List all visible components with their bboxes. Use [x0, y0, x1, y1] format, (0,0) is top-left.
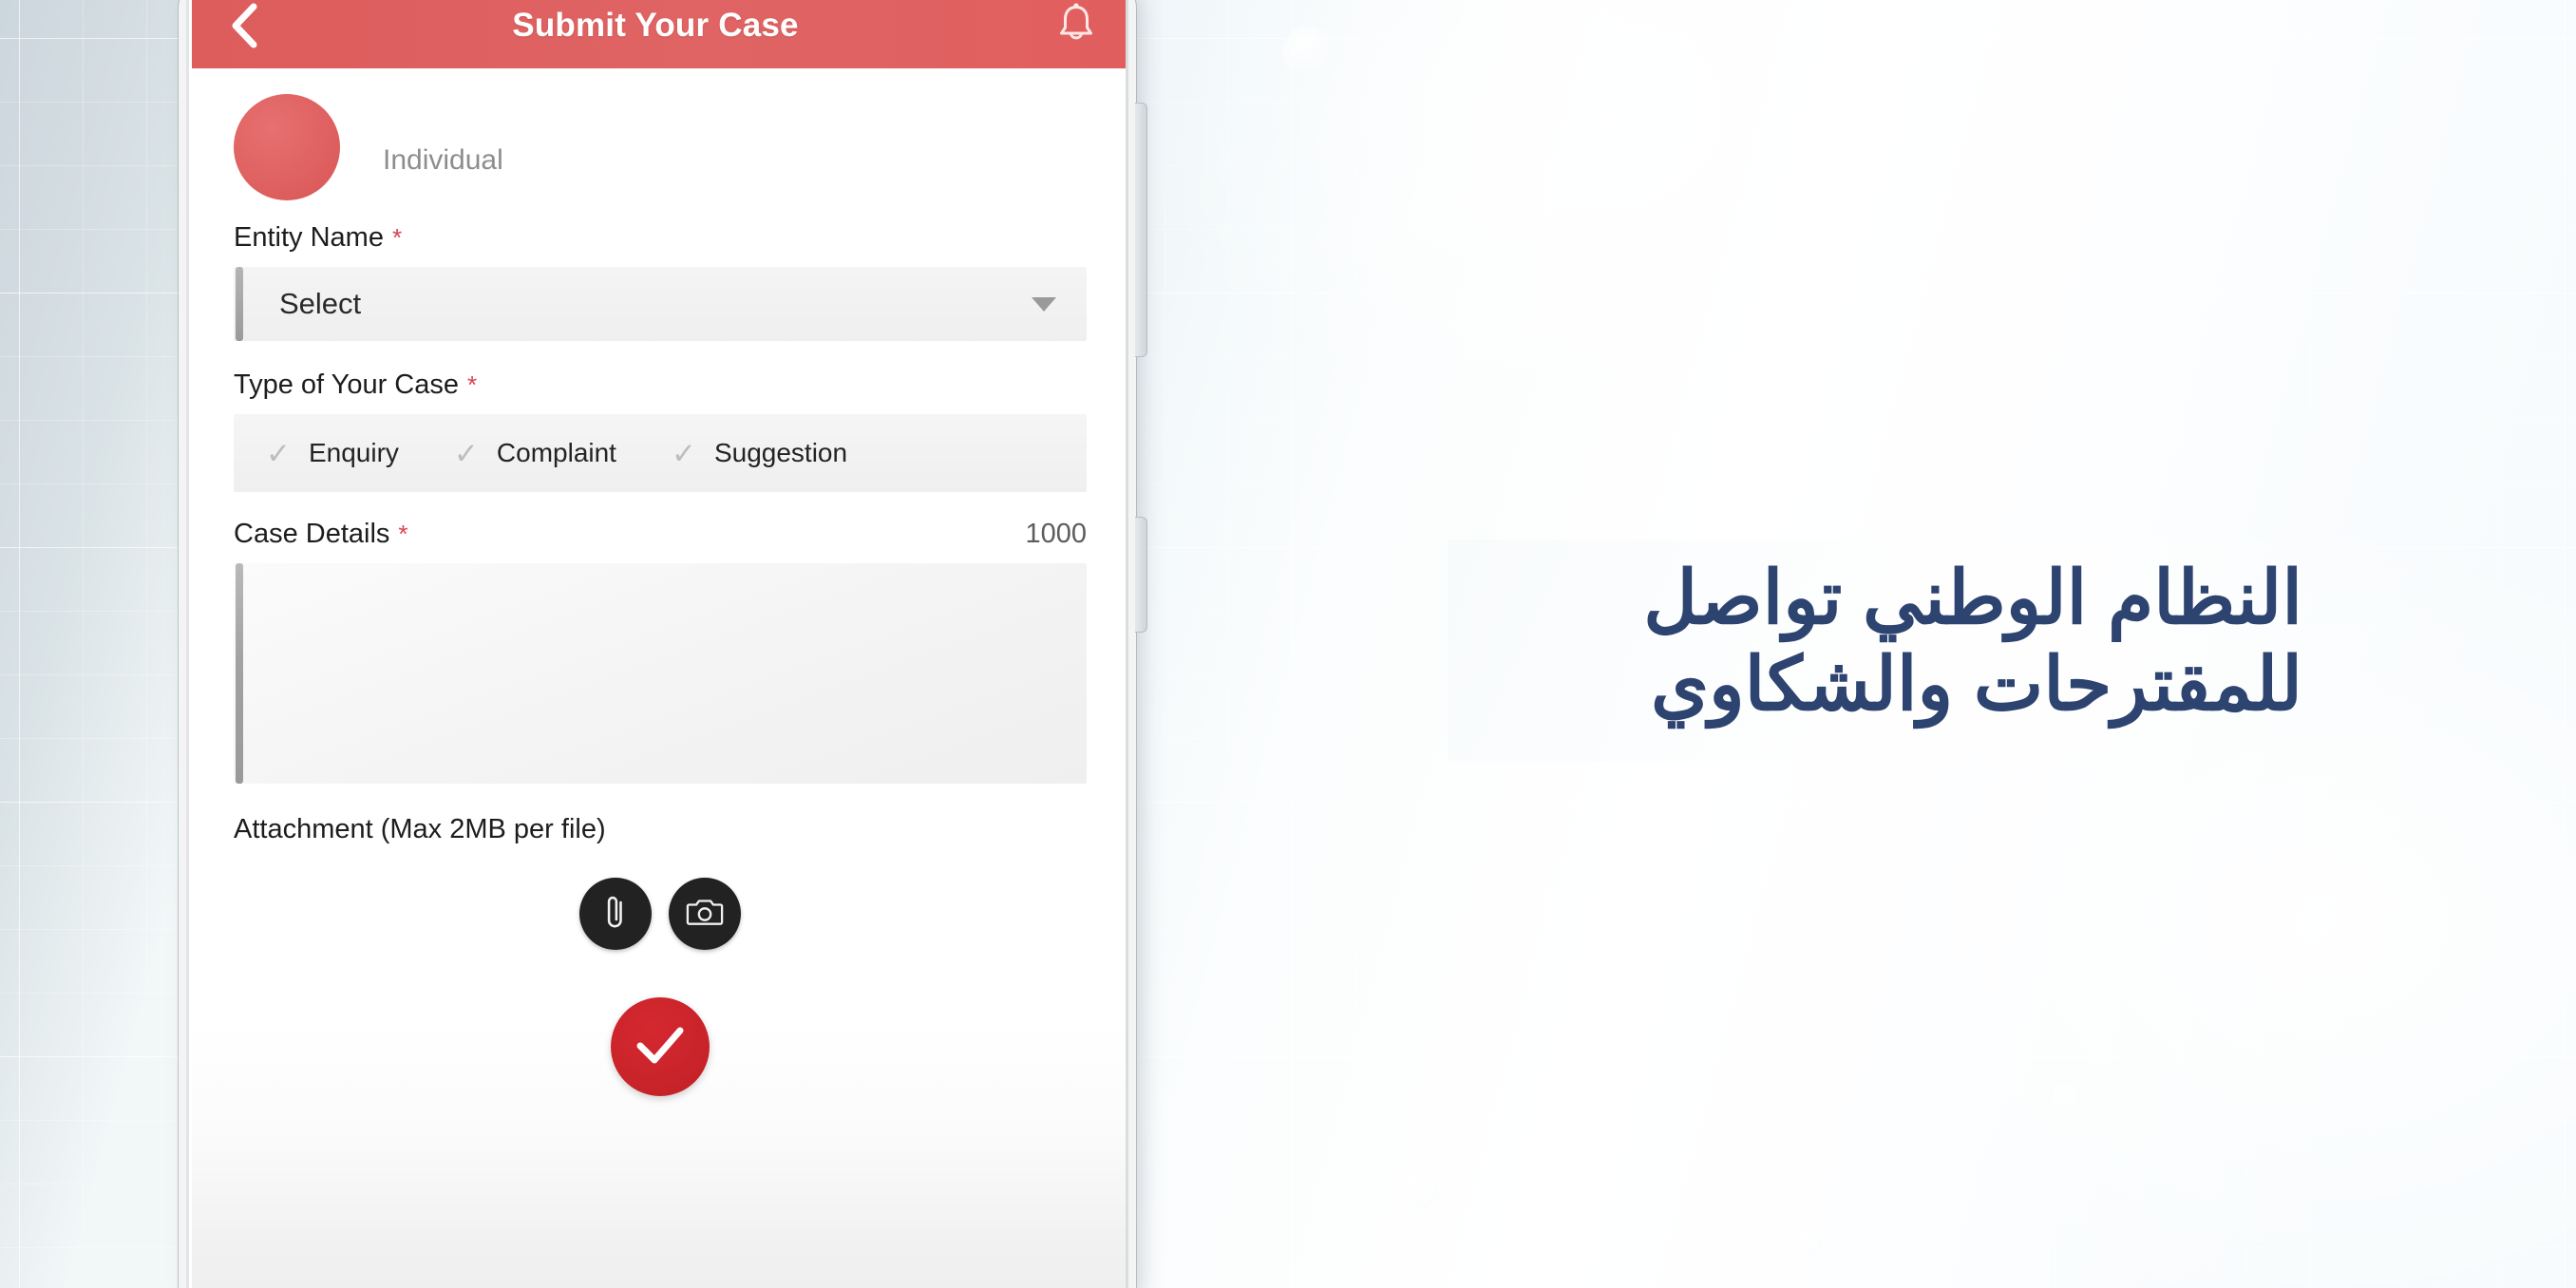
submit-button[interactable] — [611, 997, 710, 1096]
phone-power-button[interactable] — [1135, 517, 1147, 633]
case-type-options: ✓ Enquiry ✓ Complaint ✓ Suggestion — [234, 414, 1087, 492]
check-icon: ✓ — [453, 436, 479, 470]
page-title: Submit Your Case — [512, 7, 799, 44]
field-accent-bar — [236, 563, 243, 784]
phone-volume-button[interactable] — [1135, 103, 1147, 357]
chevron-down-icon — [1032, 296, 1056, 312]
required-marker: * — [391, 223, 403, 252]
hero-line-1: النظام الوطني تواصل — [1643, 556, 2302, 639]
background-glow-top — [1121, 0, 2071, 475]
case-details-label-text: Case Details — [234, 519, 390, 549]
attach-file-button[interactable] — [579, 878, 652, 950]
attachment-buttons — [234, 878, 1087, 950]
camera-icon — [686, 896, 724, 933]
case-details-label: Case Details * — [234, 519, 408, 550]
app-header: Submit Your Case — [192, 0, 1126, 68]
camera-button[interactable] — [669, 878, 741, 950]
notification-button[interactable] — [1049, 0, 1104, 53]
scene: Submit Your Case Individual Entity Name … — [0, 0, 2576, 1288]
case-form: Individual Entity Name * Select Type of … — [192, 68, 1126, 1288]
check-icon — [631, 1019, 690, 1075]
case-type-option-label: Enquiry — [308, 438, 399, 467]
bokeh-dot — [2052, 1083, 2086, 1117]
case-details-group: Case Details * 1000 — [234, 519, 1087, 784]
attachment-label: Attachment (Max 2MB per file) — [234, 814, 606, 844]
phone-bezel: Submit Your Case Individual Entity Name … — [186, 0, 1128, 1288]
case-type-option-label: Suggestion — [713, 438, 848, 467]
bokeh-dot — [1282, 27, 1334, 78]
required-marker: * — [398, 520, 408, 548]
case-details-label-row: Case Details * 1000 — [234, 519, 1087, 550]
attachment-group: Attachment (Max 2MB per file) — [234, 814, 1087, 950]
profile-row: Individual — [234, 68, 1087, 201]
entity-name-selected-value: Select — [279, 287, 362, 320]
field-accent-bar — [236, 267, 243, 341]
hero-line-2: للمقترحات والشكاوي — [1650, 642, 2302, 727]
required-marker: * — [467, 370, 478, 399]
submit-row — [234, 997, 1087, 1096]
profile-type-label: Individual — [383, 144, 503, 176]
case-type-option-complaint[interactable]: ✓ Complaint — [454, 438, 616, 468]
paperclip-icon — [599, 893, 632, 936]
bokeh-dot — [1396, 1168, 1438, 1210]
bell-icon — [1056, 2, 1096, 50]
hero-text-panel: النظام الوطني تواصل للمقترحات والشكاوي — [1448, 540, 2340, 761]
bokeh-dot — [1795, 1227, 1824, 1256]
phone-screen: Submit Your Case Individual Entity Name … — [192, 0, 1126, 1288]
character-counter: 1000 — [1025, 519, 1087, 549]
case-type-option-suggestion[interactable]: ✓ Suggestion — [672, 438, 847, 468]
case-type-option-label: Complaint — [496, 438, 616, 467]
entity-name-label-text: Entity Name — [234, 222, 384, 253]
entity-name-select[interactable]: Select — [234, 267, 1087, 341]
case-type-label: Type of Your Case * — [234, 369, 1087, 401]
case-type-option-enquiry[interactable]: ✓ Enquiry — [266, 438, 399, 468]
case-type-label-text: Type of Your Case — [234, 369, 459, 400]
check-icon: ✓ — [671, 436, 696, 470]
entity-name-label: Entity Name * — [234, 222, 1087, 254]
phone-device: Submit Your Case Individual Entity Name … — [179, 0, 1147, 1288]
case-details-input[interactable] — [234, 563, 1087, 784]
case-type-group: Type of Your Case * ✓ Enquiry ✓ Complain… — [234, 369, 1087, 492]
check-icon: ✓ — [266, 436, 291, 470]
chevron-left-icon — [228, 1, 260, 50]
entity-name-group: Entity Name * Select — [234, 222, 1087, 341]
avatar[interactable] — [234, 94, 340, 200]
